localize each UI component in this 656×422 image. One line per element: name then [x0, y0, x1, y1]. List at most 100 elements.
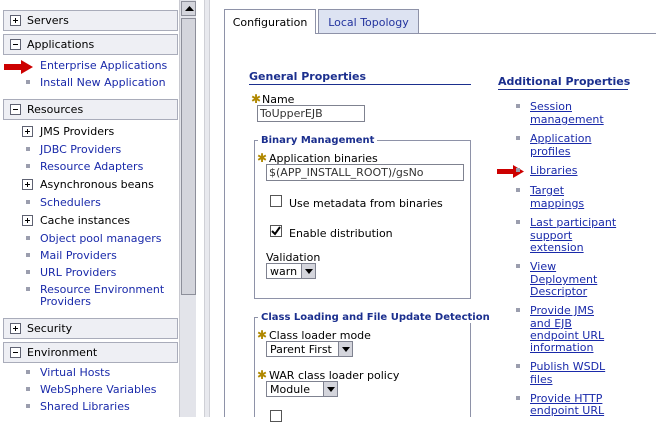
bullet-icon	[26, 236, 30, 240]
validation-value: warn	[270, 265, 298, 278]
link-session-management[interactable]: Session	[530, 101, 572, 113]
heading-divider	[249, 84, 471, 85]
bullet-icon	[516, 104, 520, 108]
nav-item-mail-providers[interactable]: Mail Providers	[40, 249, 117, 262]
expand-icon[interactable]	[10, 323, 21, 334]
validation-select[interactable]: warn	[266, 263, 316, 279]
nav-section-label: Environment	[27, 346, 98, 359]
bullet-icon	[516, 220, 520, 224]
nav-section-servers[interactable]: Servers	[3, 10, 178, 31]
navigation-tree: Servers Applications Enterprise Applicat…	[0, 0, 196, 417]
link-view-deployment-descriptor[interactable]: View	[530, 261, 556, 273]
current-item-arrow-icon	[497, 165, 524, 178]
chevron-down-icon	[327, 387, 335, 392]
checkmark-icon	[271, 226, 281, 236]
dropdown-button[interactable]	[301, 264, 315, 278]
bullet-icon	[26, 200, 30, 204]
nav-item-shared-libraries[interactable]: Shared Libraries	[40, 400, 130, 413]
bullet-icon	[516, 264, 520, 268]
war-class-loader-policy-select[interactable]: Module	[266, 381, 338, 397]
link-provide-jms-ejb-line4[interactable]: information	[530, 342, 594, 354]
required-icon: ✱	[257, 368, 268, 382]
bullet-icon	[26, 287, 30, 291]
nav-item-url-providers[interactable]: URL Providers	[40, 266, 116, 279]
bullet-icon	[26, 253, 30, 257]
required-icon: ✱	[251, 92, 262, 106]
nav-item-resource-adapters[interactable]: Resource Adapters	[40, 160, 143, 173]
dropdown-button[interactable]	[338, 342, 352, 356]
link-target-mappings-line2[interactable]: mappings	[530, 198, 584, 210]
expand-icon[interactable]	[10, 15, 21, 26]
collapse-icon[interactable]	[10, 104, 21, 115]
link-publish-wsdl[interactable]: Publish WSDL	[530, 361, 605, 373]
nav-item-resource-environment-providers-line2[interactable]: Providers	[40, 295, 91, 308]
bullet-icon	[516, 396, 520, 400]
scrollbar-thumb[interactable]	[181, 18, 196, 295]
class-loader-mode-select[interactable]: Parent First	[266, 341, 353, 357]
required-icon: ✱	[257, 328, 268, 342]
nav-item-object-pool-managers[interactable]: Object pool managers	[40, 232, 162, 245]
required-icon: ✱	[257, 151, 268, 165]
nav-item-asynchronous-beans[interactable]: Asynchronous beans	[40, 178, 154, 191]
link-provide-jms-ejb[interactable]: Provide JMS	[530, 305, 594, 317]
link-last-participant-support[interactable]: Last participant	[530, 217, 616, 229]
chevron-down-icon	[342, 347, 350, 352]
bullet-icon	[26, 147, 30, 151]
nav-item-schedulers[interactable]: Schedulers	[40, 196, 101, 209]
tab-local-topology[interactable]: Local Topology	[318, 9, 419, 34]
name-field[interactable]: ToUpperEJB	[257, 105, 365, 122]
nav-item-virtual-hosts[interactable]: Virtual Hosts	[40, 366, 110, 379]
tab-configuration[interactable]: Configuration	[224, 9, 316, 34]
bullet-icon	[516, 136, 520, 140]
link-publish-wsdl-line2[interactable]: files	[530, 374, 552, 386]
use-metadata-checkbox[interactable]	[270, 195, 282, 207]
binary-management-legend: Binary Management	[258, 135, 378, 146]
additional-properties-heading: Additional Properties	[498, 75, 631, 88]
bullet-icon	[26, 270, 30, 274]
nav-item-enterprise-applications[interactable]: Enterprise Applications	[40, 59, 167, 72]
frame-divider[interactable]	[204, 0, 210, 417]
nav-item-jdbc-providers[interactable]: JDBC Providers	[40, 143, 121, 156]
enable-distribution-checkbox[interactable]	[270, 225, 282, 237]
expand-icon[interactable]	[22, 179, 33, 190]
link-application-profiles-line2[interactable]: profiles	[530, 146, 570, 158]
bullet-icon	[26, 164, 30, 168]
link-view-deployment-descriptor-line3[interactable]: Descriptor	[530, 286, 587, 298]
nav-item-install-new-application[interactable]: Install New Application	[40, 76, 166, 89]
bullet-icon	[516, 168, 520, 172]
expand-icon[interactable]	[22, 126, 33, 137]
use-metadata-label: Use metadata from binaries	[289, 197, 443, 210]
nav-section-environment[interactable]: Environment	[3, 342, 178, 363]
link-provide-http-endpoint-line2[interactable]: endpoint URL	[530, 405, 604, 417]
enable-distribution-label: Enable distribution	[289, 227, 393, 240]
nav-section-resources[interactable]: Resources	[3, 99, 178, 120]
application-binaries-field[interactable]: $(APP_INSTALL_ROOT)/gsNo	[266, 164, 464, 181]
link-target-mappings[interactable]: Target	[530, 185, 564, 197]
partial-checkbox[interactable]	[270, 410, 282, 422]
expand-icon[interactable]	[22, 215, 33, 226]
nav-section-applications[interactable]: Applications	[3, 34, 178, 55]
nav-scrollbar[interactable]	[179, 0, 196, 417]
class-loader-mode-value: Parent First	[270, 343, 332, 356]
link-session-management-line2[interactable]: management	[530, 114, 604, 126]
link-last-participant-support-line3[interactable]: extension	[530, 242, 584, 254]
bullet-icon	[516, 364, 520, 368]
tab-label: Configuration	[232, 16, 308, 29]
nav-item-jms-providers[interactable]: JMS Providers	[40, 125, 114, 138]
link-application-profiles[interactable]: Application	[530, 133, 591, 145]
nav-section-label: Applications	[27, 38, 95, 51]
scroll-up-icon	[185, 6, 194, 11]
nav-section-security[interactable]: Security	[3, 318, 178, 339]
chevron-down-icon	[305, 269, 313, 274]
scroll-up-button[interactable]	[181, 1, 196, 16]
dropdown-button[interactable]	[323, 382, 337, 396]
bullet-icon	[516, 308, 520, 312]
collapse-icon[interactable]	[10, 39, 21, 50]
collapse-icon[interactable]	[10, 347, 21, 358]
link-libraries[interactable]: Libraries	[530, 165, 578, 177]
tab-label: Local Topology	[328, 16, 409, 29]
bullet-icon	[26, 387, 30, 391]
nav-item-websphere-variables[interactable]: WebSphere Variables	[40, 383, 157, 396]
nav-item-cache-instances[interactable]: Cache instances	[40, 214, 130, 227]
bullet-icon	[26, 370, 30, 374]
